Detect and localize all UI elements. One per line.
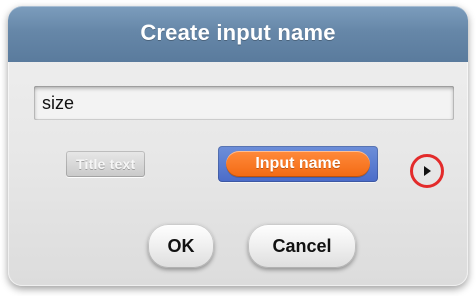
ok-button-label: OK (167, 235, 195, 256)
cancel-button-label: Cancel (272, 235, 332, 256)
ok-button[interactable]: OK (148, 224, 214, 268)
chevron-right-icon (420, 164, 434, 178)
dialog-titlebar: Create input name (8, 6, 468, 62)
input-name-label: Input name (255, 155, 341, 172)
input-name-pill: Input name (226, 151, 370, 177)
input-name-option[interactable]: Input name (218, 146, 378, 182)
cancel-button[interactable]: Cancel (248, 224, 356, 268)
input-name-field[interactable] (34, 86, 454, 120)
create-input-name-dialog: Create input name Title text Input name … (8, 6, 468, 286)
title-text-option[interactable]: Title text (66, 151, 146, 177)
expand-options-button[interactable] (410, 154, 444, 188)
title-text-label: Title text (76, 156, 136, 172)
input-name-field-container (34, 86, 454, 120)
dialog-title: Create input name (140, 20, 336, 45)
